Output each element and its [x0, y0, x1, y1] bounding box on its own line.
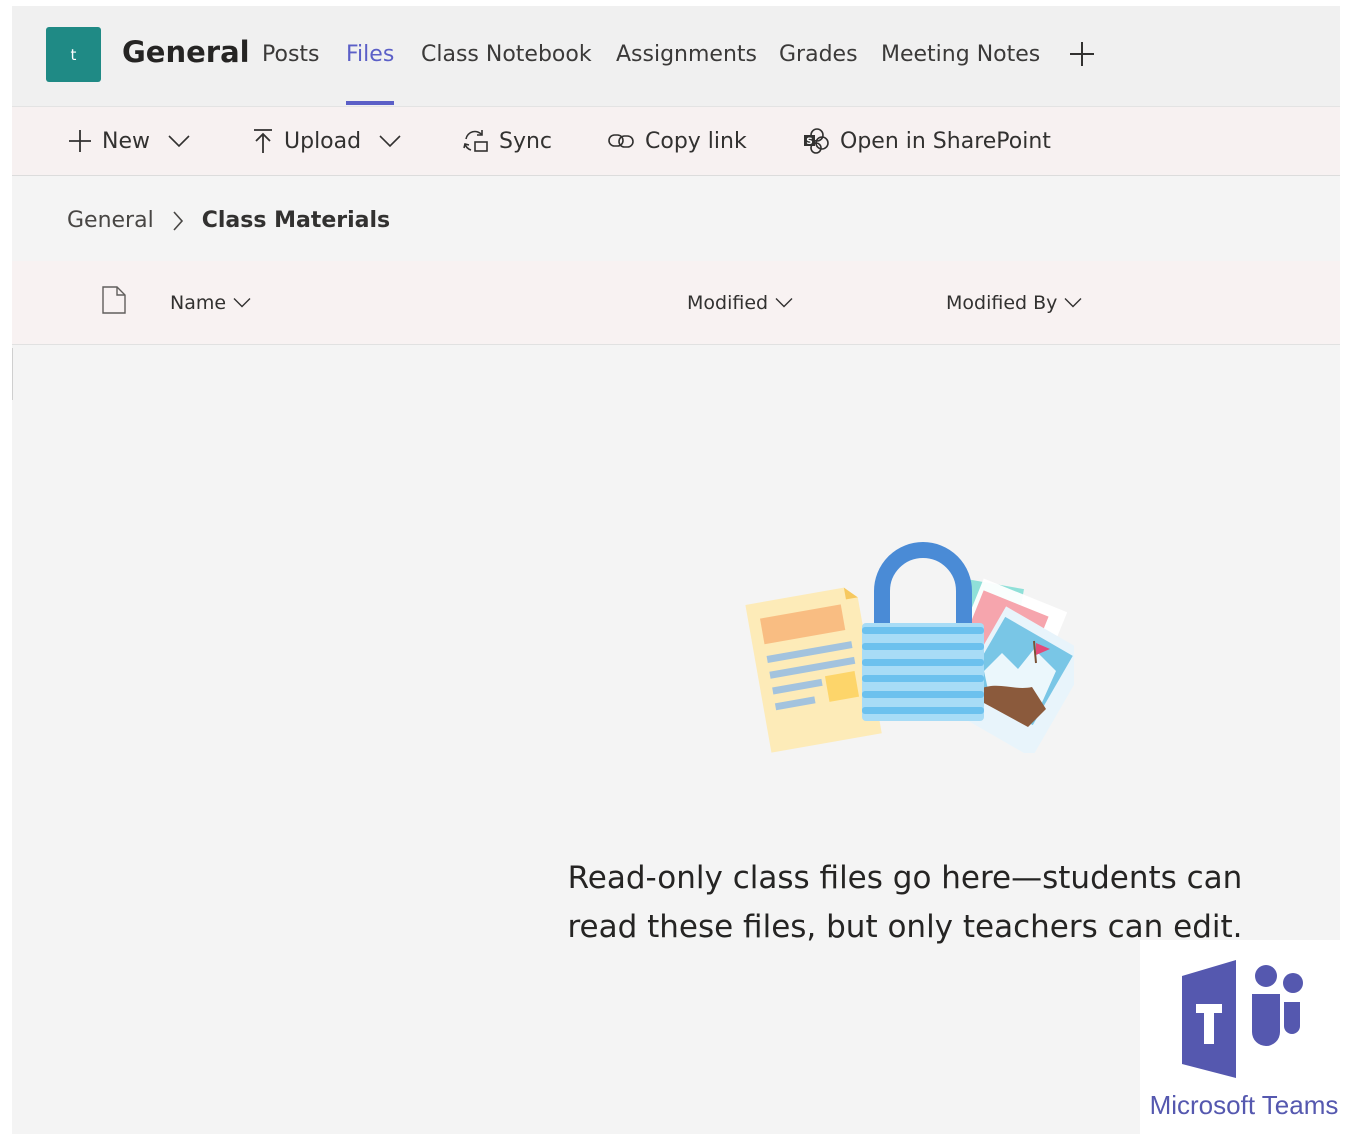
- lock-files-illustration: [745, 542, 1074, 753]
- upload-label: Upload: [284, 128, 362, 154]
- file-type-column[interactable]: [102, 261, 126, 344]
- channel-header: t General Posts Files Class Notebook Ass…: [12, 6, 1340, 107]
- chevron-down-icon: [775, 297, 793, 308]
- breadcrumb: General Class Materials: [67, 208, 390, 233]
- add-tab-button[interactable]: [1068, 40, 1096, 68]
- tab-assignments[interactable]: Assignments: [616, 42, 757, 67]
- team-avatar[interactable]: t: [46, 27, 101, 82]
- tab-posts[interactable]: Posts: [262, 42, 320, 67]
- document-icon: [102, 286, 126, 319]
- active-tab-indicator: [346, 101, 394, 105]
- sync-icon: [461, 128, 489, 154]
- chevron-down-icon: [233, 297, 251, 308]
- link-icon: [607, 132, 635, 150]
- sync-button[interactable]: Sync: [461, 107, 552, 175]
- breadcrumb-root[interactable]: General: [67, 208, 154, 233]
- breadcrumb-current: Class Materials: [201, 208, 391, 233]
- new-label: New: [102, 128, 150, 154]
- svg-text:S: S: [806, 137, 812, 147]
- tab-meeting-notes[interactable]: Meeting Notes: [881, 42, 1040, 67]
- modified-by-column-label: Modified By: [946, 291, 1058, 314]
- sharepoint-icon: S: [802, 127, 830, 155]
- tab-files[interactable]: Files: [346, 42, 394, 67]
- plus-icon: [68, 129, 92, 153]
- teams-logo-text: Microsoft Teams: [1149, 1090, 1339, 1120]
- chevron-down-icon: [168, 134, 190, 148]
- sync-label: Sync: [499, 128, 553, 154]
- new-button[interactable]: New: [68, 107, 190, 175]
- chevron-down-icon: [379, 134, 401, 148]
- chevron-right-icon: [172, 210, 184, 232]
- modified-by-column-header[interactable]: Modified By: [946, 261, 1082, 344]
- tab-class-notebook[interactable]: Class Notebook: [421, 42, 592, 67]
- modified-column-label: Modified: [687, 291, 769, 314]
- channel-title: General: [122, 35, 250, 69]
- copy-link-label: Copy link: [645, 128, 747, 154]
- name-column-label: Name: [170, 291, 227, 314]
- file-list-header: Name Modified Modified By: [12, 261, 1340, 345]
- empty-state-message: Read-only class files go here—students c…: [567, 860, 1243, 945]
- scroll-edge: [12, 348, 13, 400]
- sharepoint-label: Open in SharePoint: [840, 128, 1051, 154]
- tab-grades[interactable]: Grades: [779, 42, 858, 67]
- chevron-down-icon: [1064, 297, 1082, 308]
- upload-icon: [252, 128, 274, 154]
- copy-link-button[interactable]: Copy link: [607, 107, 747, 175]
- teams-logo: Microsoft Teams: [1140, 940, 1348, 1134]
- open-sharepoint-button[interactable]: S Open in SharePoint: [802, 107, 1051, 175]
- plus-icon: [1070, 42, 1094, 66]
- name-column-header[interactable]: Name: [170, 261, 251, 344]
- upload-button[interactable]: Upload: [252, 107, 401, 175]
- modified-column-header[interactable]: Modified: [687, 261, 793, 344]
- command-bar: New Upload Sync Copy link S Open in Shar…: [12, 107, 1340, 176]
- teams-logo-icon: [1182, 960, 1303, 1078]
